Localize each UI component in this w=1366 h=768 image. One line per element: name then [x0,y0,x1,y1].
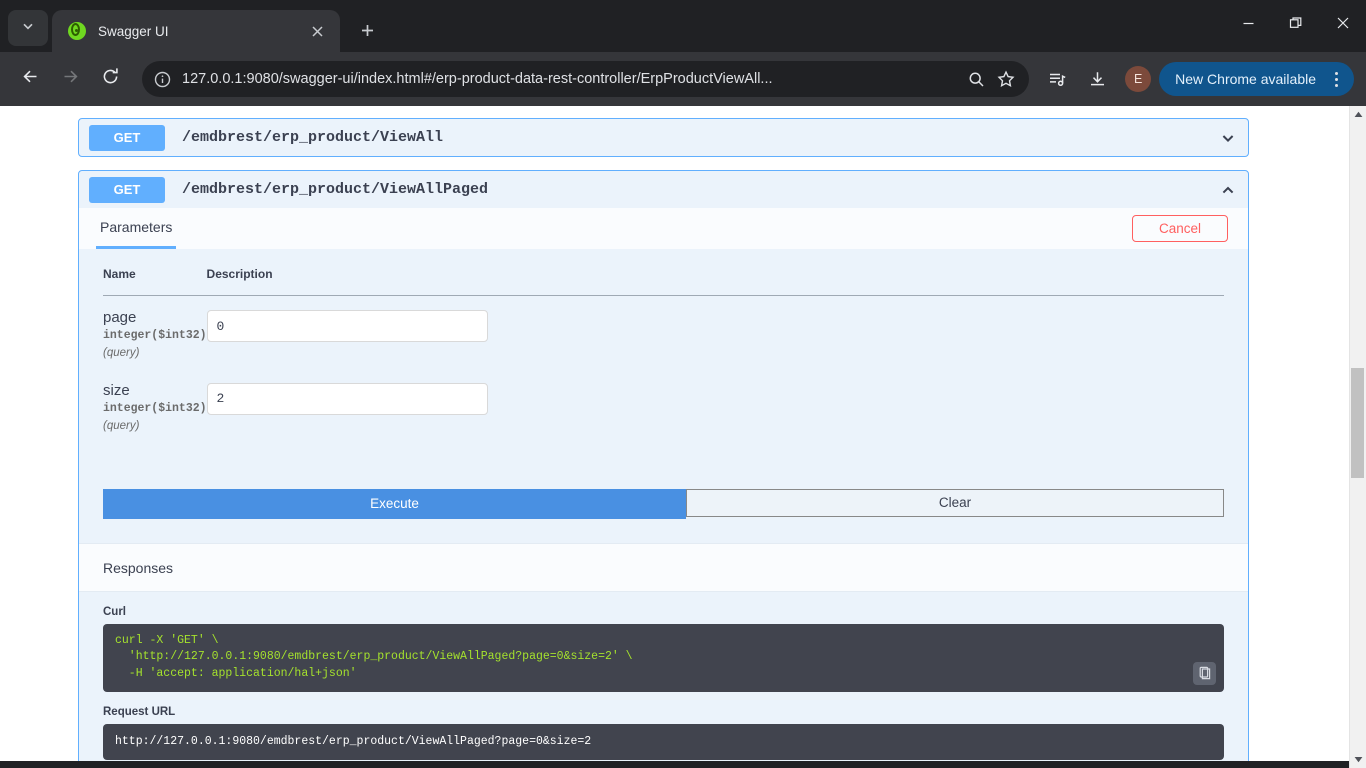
opblock-body: Parameters Cancel Name Description page … [79,208,1248,768]
window-close-button[interactable] [1319,0,1366,46]
header-name: Name [103,267,207,296]
opblock-viewall: GET /emdbrest/erp_product/ViewAll [78,118,1249,157]
swagger-ui-page: GET /emdbrest/erp_product/ViewAll GET /e… [0,106,1349,768]
browser-tab[interactable]: Swagger UI [52,10,340,52]
parameter-location: (query) [103,419,140,432]
curl-command-text: curl -X 'GET' \ 'http://127.0.0.1:9080/e… [115,633,633,680]
clear-button[interactable]: Clear [686,488,1224,517]
scrollbar-thumb[interactable] [1351,368,1364,478]
arrow-left-icon [21,67,40,91]
responses-section-header: Responses [79,542,1248,592]
chevron-down-icon [21,19,35,38]
swagger-logo-icon [68,22,86,40]
scroll-down-button[interactable] [1350,751,1366,768]
curl-label: Curl [103,605,126,618]
opblock-header[interactable]: GET /emdbrest/erp_product/ViewAll [79,119,1248,156]
chevron-up-icon[interactable] [1218,180,1238,200]
parameter-meta: page integer($int32) (query) [103,296,207,369]
kebab-menu-icon[interactable] [1324,64,1348,94]
opblock-path: /emdbrest/erp_product/ViewAllPaged [182,181,489,198]
curl-command-block: curl -X 'GET' \ 'http://127.0.0.1:9080/e… [103,623,1224,692]
request-url-section: Request URL http://127.0.0.1:9080/emdbre… [79,692,1248,761]
execute-clear-row: Execute Clear [103,488,1224,519]
request-url-label: Request URL [103,705,176,718]
tab-strip: Swagger UI [0,0,1366,52]
opblock-tabs-row: Parameters Cancel [79,208,1248,250]
chevron-down-icon[interactable] [1218,128,1238,148]
window-controls [1225,0,1366,46]
parameter-type: integer($int32) [103,328,207,342]
size-input[interactable] [206,382,488,415]
new-chrome-label: New Chrome available [1175,71,1316,87]
star-icon[interactable] [991,64,1021,94]
execute-button[interactable]: Execute [103,488,686,519]
table-row: page integer($int32) (query) [103,296,1224,369]
header-description: Description [206,267,1224,296]
new-tab-button[interactable] [350,13,384,47]
minimize-button[interactable] [1225,0,1272,46]
parameters-table: Name Description page integer($int32) (q… [103,267,1224,442]
tab-close-button[interactable] [304,18,330,44]
opblock-path: /emdbrest/erp_product/ViewAll [182,129,444,146]
page-input[interactable] [206,310,488,342]
magnifier-icon[interactable] [961,64,991,94]
opblock-header[interactable]: GET /emdbrest/erp_product/ViewAllPaged [79,171,1248,208]
scroll-up-button[interactable] [1350,106,1366,123]
parameter-input-cell [206,369,1224,442]
parameter-location: (query) [103,346,140,359]
arrow-right-icon [61,67,80,91]
browser-toolbar: 127.0.0.1:9080/swagger-ui/index.html#/er… [0,52,1366,106]
curl-section: Curl curl -X 'GET' \ 'http://127.0.0.1:9… [79,592,1248,692]
tab-search-button[interactable] [8,10,48,46]
http-method-badge: GET [89,124,165,151]
downloads-icon[interactable] [1079,61,1115,97]
http-method-badge: GET [89,176,165,203]
media-playlist-icon[interactable] [1039,61,1075,97]
opblock-viewallpaged: GET /emdbrest/erp_product/ViewAllPaged P… [78,170,1249,768]
parameter-name: size [103,381,130,399]
url-text[interactable]: 127.0.0.1:9080/swagger-ui/index.html#/er… [176,71,961,87]
parameter-name: page [103,309,137,326]
parameter-input-cell [206,296,1224,369]
new-chrome-available-button[interactable]: New Chrome available [1159,62,1354,96]
reload-icon [101,67,120,91]
tab-title: Swagger UI [98,23,169,39]
info-circle-icon[interactable] [148,65,176,93]
reload-button[interactable] [92,61,128,97]
profile-avatar[interactable]: E [1125,66,1152,92]
page-viewport: GET /emdbrest/erp_product/ViewAll GET /e… [0,106,1366,768]
parameters-header-row: Name Description [103,267,1224,296]
responses-title: Responses [103,559,174,576]
parameter-type: integer($int32) [103,401,207,415]
back-button[interactable] [12,61,48,97]
parameter-meta: size integer($int32) (query) [103,369,207,442]
clipboard-copy-icon[interactable] [1193,661,1216,685]
horizontal-scrollbar[interactable] [0,761,1349,768]
browser-window: Swagger UI 127.0.0.1:9080/swagger-ui/ind… [0,0,1366,768]
tab-parameters[interactable]: Parameters [96,207,177,249]
table-row: size integer($int32) (query) [103,369,1224,442]
restore-button[interactable] [1272,0,1319,46]
vertical-scrollbar[interactable] [1349,106,1366,768]
request-url-block: http://127.0.0.1:9080/emdbrest/erp_produ… [103,723,1224,761]
cancel-button[interactable]: Cancel [1131,215,1228,242]
address-bar[interactable]: 127.0.0.1:9080/swagger-ui/index.html#/er… [142,61,1030,97]
forward-button[interactable] [52,61,88,97]
